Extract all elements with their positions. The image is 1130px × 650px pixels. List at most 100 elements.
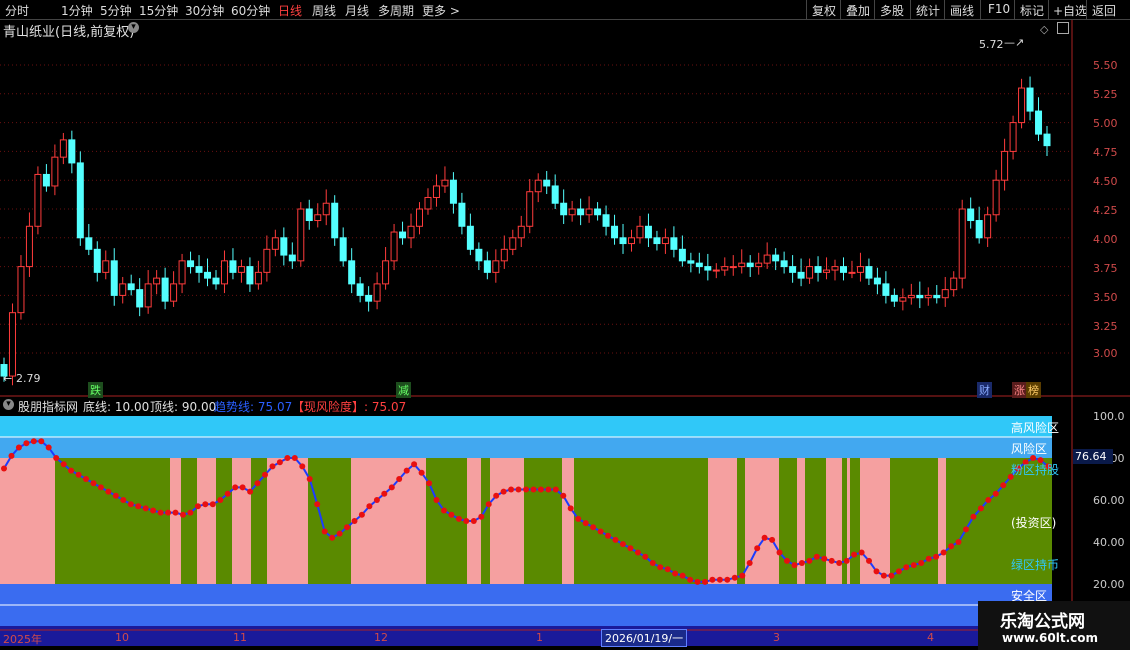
chart-canvas[interactable]	[0, 20, 1130, 650]
trend-point	[45, 444, 52, 451]
trend-point	[30, 438, 37, 445]
candle	[594, 208, 602, 216]
trend-point	[508, 486, 515, 493]
period-tab-monthly[interactable]: 月线	[345, 2, 369, 19]
trend-point	[68, 467, 75, 474]
event-marker[interactable]: 跌	[88, 382, 103, 398]
f10-button[interactable]: F10	[988, 2, 1010, 16]
draw-line-button[interactable]: 画线	[950, 2, 974, 19]
chevron-down-icon[interactable]: ▾	[128, 22, 139, 33]
trend-point	[336, 530, 343, 537]
chevron-down-icon[interactable]: ▾	[3, 399, 14, 410]
zone-column	[574, 458, 708, 584]
candle	[856, 266, 864, 273]
trend-point	[224, 490, 231, 497]
time-tick: 12	[374, 631, 388, 644]
trend-point	[53, 455, 60, 461]
event-marker[interactable]: 涨	[1012, 382, 1027, 398]
event-marker[interactable]: 减	[396, 382, 411, 398]
multi-stock-button[interactable]: 多股	[880, 2, 904, 19]
candle	[432, 185, 440, 198]
trend-point	[523, 486, 529, 493]
price-tick: 5.25	[1093, 88, 1118, 101]
period-tab-daily[interactable]: 日线	[278, 2, 302, 19]
zone-column	[805, 458, 826, 584]
period-tab-5min[interactable]: 5分钟	[100, 2, 132, 19]
trend-point	[731, 574, 738, 581]
trend-point	[433, 497, 440, 503]
period-tab-1min[interactable]: 1分钟	[61, 2, 93, 19]
candle	[51, 156, 59, 187]
candle	[619, 237, 627, 245]
crosshair-date-label: 2026/01/19/一	[601, 629, 688, 647]
candle	[611, 225, 619, 239]
zone-column	[181, 458, 197, 584]
period-tab-60min[interactable]: 60分钟	[231, 2, 270, 19]
zone-column	[0, 458, 55, 584]
trend-point	[709, 576, 716, 583]
trend-point	[880, 572, 887, 579]
candle	[772, 254, 780, 262]
candle	[687, 260, 695, 264]
candle	[331, 202, 339, 239]
candle	[178, 260, 186, 285]
trend-point	[157, 509, 164, 516]
candle	[280, 237, 288, 256]
candle	[823, 269, 831, 273]
zone-column	[351, 458, 426, 584]
period-tab-timeshare[interactable]: 分时	[5, 2, 29, 19]
candle	[407, 225, 415, 239]
zone-column	[842, 458, 847, 584]
low-price-label: 2.79	[16, 372, 41, 385]
candle	[1026, 87, 1034, 112]
period-tab-more[interactable]: 更多 >	[422, 2, 460, 19]
event-marker[interactable]: 榜	[1026, 382, 1041, 398]
candle	[712, 269, 720, 272]
candle	[509, 237, 517, 250]
candle	[85, 237, 93, 250]
candle	[68, 139, 76, 164]
zone-label-high-risk: 高风险区	[1011, 421, 1060, 435]
period-tab-15min[interactable]: 15分钟	[139, 2, 178, 19]
trend-point	[769, 536, 776, 543]
trend-point	[866, 557, 872, 564]
trend-point	[373, 497, 380, 503]
trend-point	[985, 497, 992, 503]
candle	[8, 312, 16, 377]
period-tab-multi[interactable]: 多周期	[378, 2, 414, 19]
overlay-button[interactable]: 叠加	[846, 2, 870, 19]
candle	[814, 266, 822, 273]
restore-rights-button[interactable]: 复权	[812, 2, 836, 19]
candle	[475, 248, 483, 262]
candle	[390, 231, 398, 262]
maximize-icon[interactable]	[1057, 22, 1069, 34]
trend-point	[545, 486, 552, 493]
period-tab-30min[interactable]: 30分钟	[185, 2, 224, 19]
period-tab-weekly[interactable]: 周线	[312, 2, 336, 19]
candle	[127, 283, 135, 291]
trend-point	[694, 578, 701, 585]
candle	[59, 139, 67, 158]
trend-point	[291, 455, 298, 461]
candle	[314, 214, 322, 222]
zone-column	[170, 458, 181, 584]
candle	[246, 266, 254, 285]
mark-button[interactable]: 标记	[1020, 2, 1044, 19]
candle	[831, 266, 839, 271]
candle	[984, 214, 992, 239]
top-toolbar: 分时 1分钟 5分钟 15分钟 30分钟 60分钟 日线 周线 月线 多周期 更…	[0, 0, 1130, 20]
trend-point	[217, 497, 224, 503]
event-marker[interactable]: 财	[977, 382, 992, 398]
trend-point	[903, 564, 910, 571]
candle	[1043, 133, 1051, 147]
statistics-button[interactable]: 统计	[916, 2, 940, 19]
diamond-icon[interactable]: ◇	[1040, 23, 1048, 36]
trend-point	[642, 553, 649, 560]
time-tick: 3	[773, 631, 780, 644]
add-watchlist-button[interactable]: +自选	[1053, 2, 1087, 19]
trend-point	[627, 545, 634, 552]
indicator-name[interactable]: 股朋指标网	[18, 398, 78, 415]
candle	[305, 208, 313, 222]
back-button[interactable]: 返回	[1092, 2, 1116, 19]
trend-point	[612, 536, 619, 543]
